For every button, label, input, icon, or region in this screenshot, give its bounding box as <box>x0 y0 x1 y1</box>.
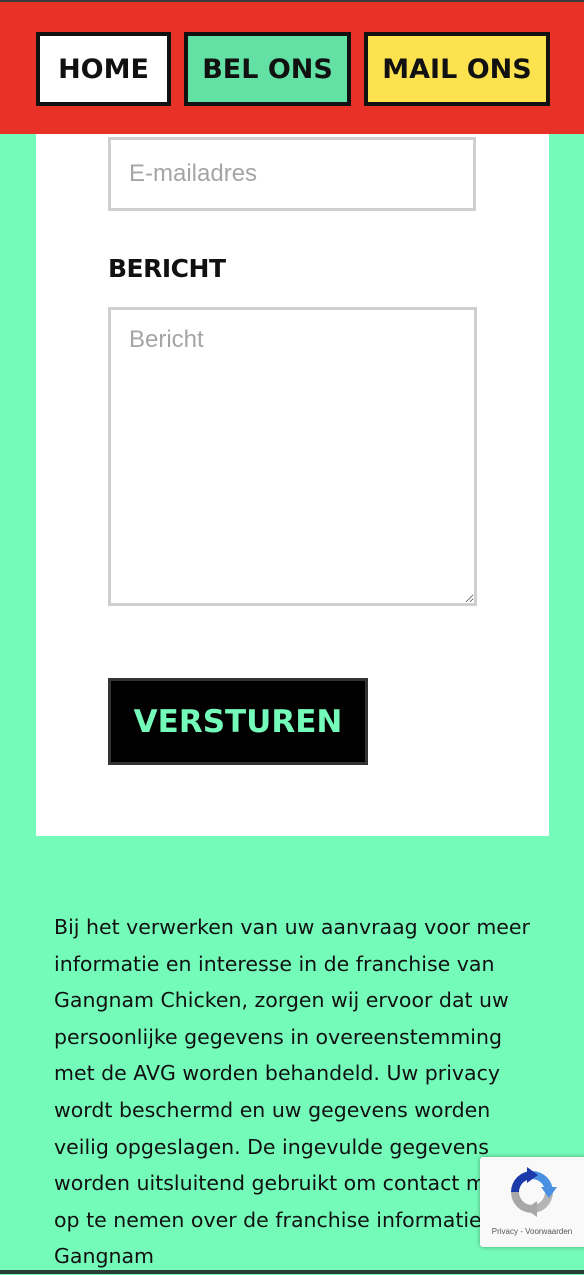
recaptcha-links: Privacy - Voorwaarden <box>480 1227 584 1236</box>
privacy-notice: Bij het verwerken van uw aanvraag voor m… <box>54 915 530 1269</box>
recaptcha-logo-icon <box>511 1167 557 1217</box>
home-button[interactable]: HOME <box>36 32 171 106</box>
recaptcha-badge[interactable]: Privacy - Voorwaarden <box>480 1157 584 1247</box>
mail-us-button[interactable]: MAIL ONS <box>364 32 550 106</box>
recaptcha-terms-link[interactable]: Voorwaarden <box>525 1227 572 1236</box>
email-field[interactable] <box>108 137 476 211</box>
bottom-edge-bar <box>0 1270 584 1274</box>
message-field[interactable] <box>108 307 477 606</box>
submit-button[interactable]: VERSTUREN <box>108 678 368 765</box>
message-label: BERICHT <box>108 254 226 283</box>
top-header: HOME BEL ONS MAIL ONS <box>0 0 584 134</box>
call-us-button[interactable]: BEL ONS <box>184 32 351 106</box>
recaptcha-privacy-link[interactable]: Privacy <box>492 1227 518 1236</box>
